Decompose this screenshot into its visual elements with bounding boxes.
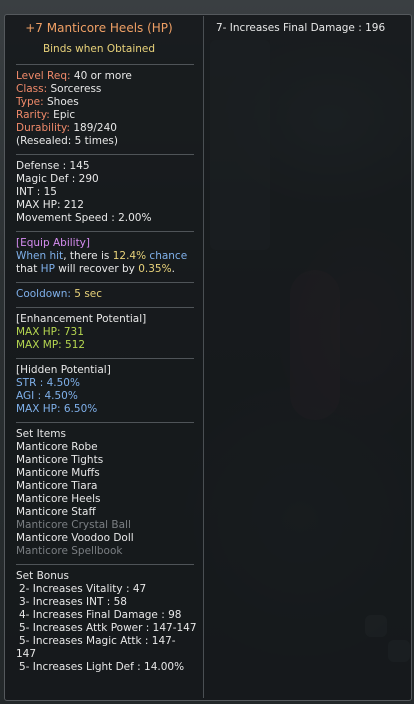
equip-recover-value: 0.35% xyxy=(138,263,172,275)
divider xyxy=(16,282,194,283)
set-item: Manticore Tiara xyxy=(16,480,98,492)
set-bonus-line: 7- Increases Final Damage : 196 xyxy=(216,22,386,34)
stat-line: INT : 15 xyxy=(16,186,57,198)
info-label: Type: xyxy=(16,96,44,108)
equip-text: will recover by xyxy=(54,263,139,275)
tooltip-left-column: +7 Manticore Heels (HP) Binds when Obtai… xyxy=(16,20,198,674)
enhancement-potential: [Enhancement Potential] MAX HP: 731 MAX … xyxy=(16,313,198,352)
hidden-potential-line: AGI : 4.50% xyxy=(16,390,78,402)
set-item: Manticore Muffs xyxy=(16,467,100,479)
tooltip-right-column: 7- Increases Final Damage : 196 xyxy=(216,22,406,35)
equip-text: that xyxy=(16,263,41,275)
equip-chance-value: 12.4% xyxy=(112,250,147,262)
set-item-missing: Manticore Crystal Ball xyxy=(16,519,131,531)
cooldown: Cooldown: 5 sec xyxy=(16,288,198,301)
resealed-count: (Resealed: 5 times) xyxy=(16,135,118,147)
info-value: 189/240 xyxy=(70,122,117,134)
enhancement-line: MAX MP: 512 xyxy=(16,339,86,351)
equip-text: chance xyxy=(146,250,188,262)
hidden-potential-line: MAX HP: 6.50% xyxy=(16,403,98,415)
enhancement-line: MAX HP: 731 xyxy=(16,326,84,338)
set-items-header: Set Items xyxy=(16,428,66,440)
set-bonus-line: 5- Increases Magic Attk : 147- xyxy=(19,635,176,647)
hidden-potential: [Hidden Potential] STR : 4.50% AGI : 4.5… xyxy=(16,364,198,416)
divider xyxy=(16,358,194,359)
set-bonus-line: 2- Increases Vitality : 47 xyxy=(19,583,147,595)
set-item: Manticore Heels xyxy=(16,493,101,505)
divider xyxy=(16,154,194,155)
set-item: Manticore Staff xyxy=(16,506,96,518)
enhancement-header: [Enhancement Potential] xyxy=(16,313,147,325)
info-label: Class: xyxy=(16,83,48,95)
base-stats: Defense : 145 Magic Def : 290 INT : 15 M… xyxy=(16,160,198,225)
cooldown-value: 5 sec xyxy=(70,288,103,300)
equip-text: , there is xyxy=(63,250,113,262)
hidden-potential-line: STR : 4.50% xyxy=(16,377,80,389)
divider xyxy=(16,422,194,423)
equip-ability: [Equip Ability] When hit, there is 12.4%… xyxy=(16,237,198,276)
bind-status: Binds when Obtained xyxy=(42,43,156,55)
set-item: Manticore Tights xyxy=(16,454,104,466)
divider xyxy=(16,307,194,308)
info-value: Shoes xyxy=(43,96,79,108)
equip-ability-header: [Equip Ability] xyxy=(16,237,90,249)
divider xyxy=(16,231,194,232)
info-label: Durability: xyxy=(16,122,71,134)
info-label: Rarity: xyxy=(16,109,50,121)
set-item: Manticore Robe xyxy=(16,441,98,453)
set-bonus: Set Bonus 2- Increases Vitality : 47 3- … xyxy=(16,570,198,674)
divider xyxy=(16,564,194,565)
set-bonus-header: Set Bonus xyxy=(16,570,69,582)
item-info: Level Req: 40 or more Class: Sorceress T… xyxy=(16,70,198,148)
stat-line: Movement Speed : 2.00% xyxy=(16,212,152,224)
info-value: Sorceress xyxy=(47,83,102,95)
set-bonus-line: 5- Increases Attk Power : 147-147 xyxy=(19,622,197,634)
cooldown-label: Cooldown: xyxy=(16,288,71,300)
column-divider xyxy=(203,16,204,698)
stat-line: Magic Def : 290 xyxy=(16,173,99,185)
info-value: 40 or more xyxy=(70,70,132,82)
stat-line: MAX HP: 212 xyxy=(16,199,84,211)
equip-text: . xyxy=(171,263,175,275)
divider xyxy=(16,64,194,65)
item-title: +7 Manticore Heels (HP) xyxy=(25,21,173,35)
stat-line: Defense : 145 xyxy=(16,160,90,172)
info-label: Level Req: xyxy=(16,70,71,82)
set-bonus-line: 5- Increases Light Def : 14.00% xyxy=(19,661,185,673)
set-bonus-line: 147 xyxy=(16,648,37,660)
equip-stat: HP xyxy=(40,263,55,275)
set-items: Set Items Manticore Robe Manticore Tight… xyxy=(16,428,198,558)
set-bonus-line: 4- Increases Final Damage : 98 xyxy=(19,609,182,621)
set-item: Manticore Voodoo Doll xyxy=(16,532,134,544)
info-value: Epic xyxy=(49,109,76,121)
hidden-potential-header: [Hidden Potential] xyxy=(16,364,111,376)
set-bonus-line: 3- Increases INT : 58 xyxy=(19,596,127,608)
equip-trigger: When hit xyxy=(16,250,64,262)
set-item-missing: Manticore Spellbook xyxy=(16,545,123,557)
